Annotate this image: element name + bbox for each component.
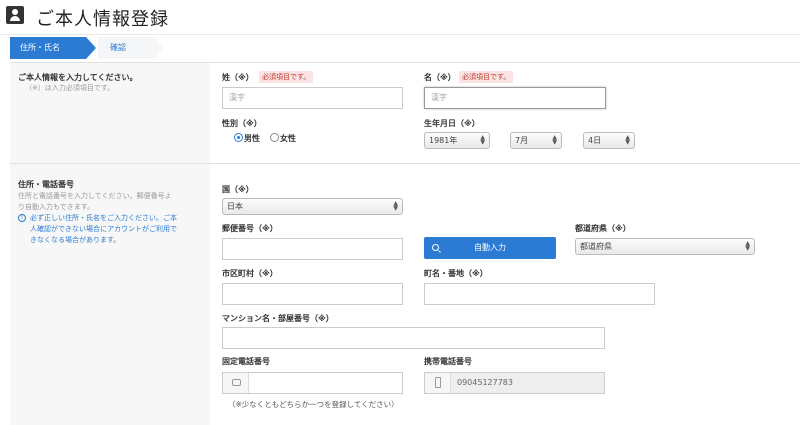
- country-label: 国（※）: [222, 185, 254, 194]
- birth-year-value: 1981年: [429, 136, 458, 145]
- birth-month-value: 7月: [515, 136, 529, 145]
- page-title: ご本人情報登録: [36, 9, 169, 30]
- country-value: 日本: [227, 202, 243, 211]
- page-header: ご本人情報登録: [0, 0, 800, 35]
- user-card-icon: [6, 6, 24, 24]
- birth-day-value: 4日: [588, 136, 602, 145]
- mobile-phone-icon: [435, 377, 441, 388]
- gender-male-radio[interactable]: [234, 133, 243, 142]
- first-name-required-badge: 必須項目です。: [459, 71, 514, 83]
- last-name-required-badge: 必須項目です。: [259, 71, 314, 83]
- section-address-heading: 住所・電話番号: [18, 180, 74, 189]
- mobile-prefix: [425, 373, 451, 393]
- select-arrows-icon: ▲ ▼: [552, 134, 557, 146]
- mobile-label: 携帯電話番号: [424, 357, 472, 366]
- step-confirm: 確認: [98, 37, 154, 59]
- birth-day-select[interactable]: 4日 ▲ ▼: [583, 132, 635, 149]
- step-arrow: [154, 37, 163, 59]
- street-input[interactable]: [424, 283, 655, 305]
- address-note-line1: 住所と電話番号を入力してください。郵便番号よ: [18, 192, 172, 200]
- address-warning-line2: 人確認ができない場合にアカウントがご利用で: [30, 225, 177, 233]
- country-select[interactable]: 日本 ▲ ▼: [222, 198, 403, 215]
- required-note: （※）は入力必須項目です。: [25, 84, 115, 92]
- city-input[interactable]: [222, 283, 403, 305]
- postal-code-input[interactable]: [222, 238, 403, 260]
- mobile-value: 09045127783: [457, 378, 513, 387]
- prefecture-value: 都道府県: [580, 242, 612, 251]
- gender-label: 性別（※）: [222, 119, 262, 128]
- select-arrows-icon: ▲ ▼: [480, 134, 485, 146]
- auto-fill-label: 自動入力: [474, 243, 506, 252]
- address-note-line2: り自動入力もできます。: [18, 203, 95, 211]
- phone-prefix: [223, 373, 249, 393]
- birth-month-select[interactable]: 7月 ▲ ▼: [510, 132, 562, 149]
- first-name-input[interactable]: 漢字: [424, 87, 606, 109]
- step-address-name: 住所・氏名: [10, 37, 86, 59]
- address-warning-line3: きなくなる場合があります。: [30, 236, 121, 244]
- gender-female-radio[interactable]: [270, 133, 279, 142]
- birth-date-label: 生年月日（※）: [424, 119, 480, 128]
- phone-icon: [232, 379, 241, 386]
- search-icon: [432, 244, 439, 251]
- gender-male-label[interactable]: 男性: [244, 133, 260, 144]
- postal-code-label: 郵便番号（※）: [222, 224, 278, 233]
- landline-input[interactable]: [222, 372, 403, 394]
- building-label: マンション名・部屋番号（※）: [222, 314, 334, 323]
- phone-hint: （※少なくともどちらか一つを登録してください）: [228, 400, 399, 409]
- step-indicator: 住所・氏名 確認: [10, 37, 800, 59]
- select-arrows-icon: ▲ ▼: [393, 200, 398, 212]
- info-icon: !: [18, 214, 26, 222]
- address-warning-line1: 必ず正しい住所・氏名をご入力ください。ご本: [30, 214, 177, 222]
- mobile-input[interactable]: 09045127783: [424, 372, 605, 394]
- last-name-label: 姓（※）: [222, 73, 254, 82]
- gender-female-label[interactable]: 女性: [280, 133, 296, 144]
- section-personal-heading: ご本人情報を入力してください。: [18, 73, 138, 82]
- registration-form: ご本人情報を入力してください。 （※）は入力必須項目です。 姓（※） 必須項目で…: [10, 62, 800, 425]
- section-divider: [10, 163, 800, 164]
- landline-label: 固定電話番号: [222, 357, 270, 366]
- step-arrow: [86, 37, 96, 59]
- prefecture-select[interactable]: 都道府県 ▲ ▼: [575, 238, 755, 255]
- city-label: 市区町村（※）: [222, 269, 278, 278]
- street-label: 町名・番地（※）: [424, 269, 488, 278]
- building-input[interactable]: [222, 327, 605, 349]
- prefecture-label: 都道府県（※）: [575, 224, 631, 233]
- auto-fill-button[interactable]: 自動入力: [424, 237, 556, 259]
- first-name-label: 名（※）: [424, 73, 456, 82]
- select-arrows-icon: ▲ ▼: [625, 134, 630, 146]
- birth-year-select[interactable]: 1981年 ▲ ▼: [424, 132, 490, 149]
- last-name-input[interactable]: 漢字: [222, 87, 403, 109]
- select-arrows-icon: ▲ ▼: [745, 240, 750, 252]
